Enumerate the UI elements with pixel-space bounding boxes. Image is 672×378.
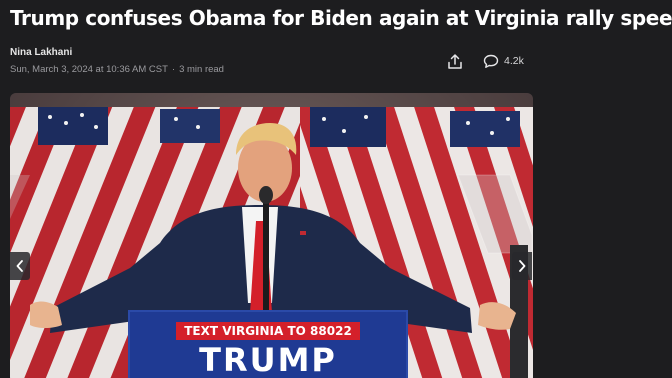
author-name[interactable]: Nina Lakhani	[10, 46, 224, 59]
gallery-prev-button[interactable]	[10, 252, 30, 280]
meta-separator: ·	[171, 64, 176, 75]
comment-icon	[483, 54, 499, 68]
podium-text-line: TEXT VIRGINIA TO 88022	[176, 322, 360, 340]
podium-sign: TEXT VIRGINIA TO 88022 TRUMP	[128, 310, 408, 378]
chevron-right-icon	[519, 260, 526, 272]
article-headline: Trump confuses Obama for Biden again at …	[10, 6, 672, 30]
chevron-left-icon	[16, 260, 23, 272]
podium-name-text: TRUMP	[199, 341, 337, 378]
share-icon	[448, 53, 462, 69]
share-button[interactable]	[446, 52, 464, 70]
publish-timestamp: Sun, March 3, 2024 at 10:36 AM CST	[10, 64, 168, 75]
byline: Nina Lakhani Sun, March 3, 2024 at 10:36…	[10, 46, 224, 76]
gallery-next-button[interactable]	[512, 252, 532, 280]
article-meta: Sun, March 3, 2024 at 10:36 AM CST · 3 min…	[10, 63, 224, 76]
comments-button[interactable]: 4.2k	[483, 54, 524, 69]
comment-count: 4.2k	[504, 55, 524, 67]
read-time: 3 min read	[179, 64, 224, 75]
article-actions: 4.2k	[446, 52, 524, 70]
